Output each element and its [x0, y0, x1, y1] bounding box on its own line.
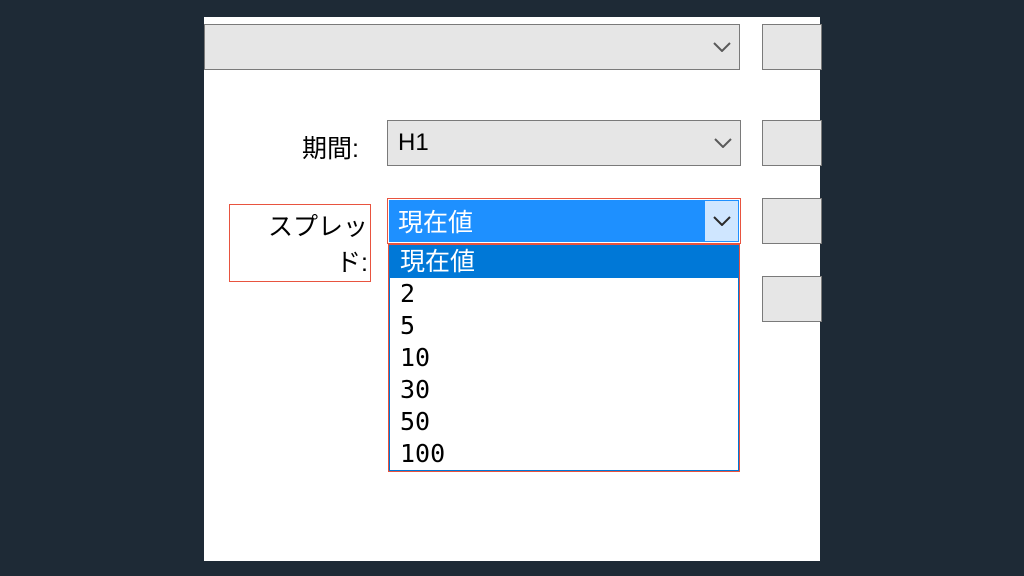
- spread-option[interactable]: 2: [390, 278, 738, 310]
- spread-dropdown: 現在値25103050100: [388, 244, 740, 472]
- spread-side-button-2[interactable]: [762, 276, 822, 322]
- top-combo-arrow[interactable]: [705, 25, 739, 69]
- period-side-button[interactable]: [762, 120, 822, 166]
- spread-combo[interactable]: 現在値: [387, 198, 741, 244]
- period-combo-arrow[interactable]: [706, 121, 740, 165]
- settings-panel: 期間: H1 スプレッド: 現在値 現在値25103050100: [204, 17, 820, 561]
- period-combo-value: H1: [388, 129, 706, 157]
- spread-option[interactable]: 5: [390, 310, 738, 342]
- period-label: 期間:: [284, 129, 359, 165]
- chevron-down-icon: [713, 216, 731, 226]
- spread-option[interactable]: 現在値: [390, 246, 738, 278]
- chevron-down-icon: [714, 138, 732, 148]
- chevron-down-icon: [713, 42, 731, 52]
- spread-option[interactable]: 30: [390, 374, 738, 406]
- period-combo[interactable]: H1: [387, 120, 741, 166]
- spread-side-button-1[interactable]: [762, 198, 822, 244]
- spread-dropdown-list: 現在値25103050100: [389, 245, 739, 471]
- spread-combo-value: 現在値: [390, 201, 704, 241]
- spread-combo-arrow[interactable]: [704, 201, 738, 241]
- spread-option[interactable]: 50: [390, 406, 738, 438]
- spread-label: スプレッド:: [229, 204, 371, 282]
- spread-option[interactable]: 10: [390, 342, 738, 374]
- spread-option[interactable]: 100: [390, 438, 738, 470]
- top-side-button[interactable]: [762, 24, 822, 70]
- top-combo[interactable]: [204, 24, 740, 70]
